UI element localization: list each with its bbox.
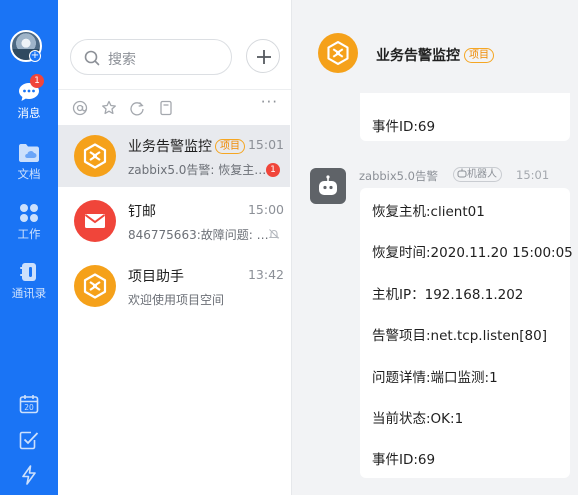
nav-label-docs: 文档 (17, 167, 41, 181)
project-tag: 项目 (464, 48, 494, 63)
unread-badge: 1 (266, 163, 280, 177)
lightning-icon (22, 465, 36, 485)
message-line: 事件ID:69 (372, 452, 436, 468)
conversation-title: 业务告警监控 (128, 139, 212, 155)
robot-avatar[interactable] (310, 168, 346, 204)
robot-tag: 机器人 (453, 167, 502, 182)
project-hex-icon[interactable] (318, 33, 358, 73)
previous-message-bubble: 事件ID:69 (360, 93, 570, 141)
left-nav-rail: + 1 消息 文档 工作 通讯录 20 (0, 0, 58, 495)
nav-label-contacts: 通讯录 (11, 286, 47, 300)
conversation-item[interactable]: 项目助手 13:42 欢迎使用项目空间 (58, 255, 290, 317)
conversation-title: 项目助手 (128, 269, 184, 285)
calendar-icon: 20 (19, 395, 39, 414)
filter-bar: ··· (72, 93, 282, 118)
recent-icon[interactable] (129, 100, 145, 116)
robot-small-icon (457, 168, 467, 178)
project-hex-icon (74, 265, 116, 307)
message-line: 主机IP：192.168.1.202 (372, 287, 524, 303)
conversation-time: 15:01 (247, 137, 284, 152)
nav-item-calendar[interactable]: 20 (0, 394, 58, 414)
list-divider (58, 89, 291, 90)
nav-item-todo[interactable] (0, 430, 58, 450)
star-icon[interactable] (101, 100, 117, 116)
more-options-icon[interactable]: ··· (261, 93, 278, 111)
nav-label-messages: 消息 (17, 106, 41, 120)
conversation-list-panel: 搜索 ··· 业务告警监控 项目 15:01 zabbix5.0告警: 恢复主机… (58, 0, 292, 495)
at-mention-icon[interactable] (72, 100, 88, 116)
nav-item-work[interactable]: 工作 (0, 203, 58, 242)
nav-item-docs[interactable]: 文档 (0, 143, 58, 182)
file-icon[interactable] (158, 100, 174, 116)
message-line: 当前状态:OK:1 (372, 411, 464, 427)
conversation-title: 钉邮 (128, 204, 156, 220)
robot-tag-label: 机器人 (467, 169, 497, 180)
project-tag: 项目 (215, 139, 245, 154)
message-line: 恢复时间:2020.11.20 15:00:05 (372, 245, 573, 261)
search-box[interactable]: 搜索 (70, 39, 232, 75)
plus-icon (257, 50, 271, 64)
message-line: 问题详情:端口监测:1 (372, 370, 498, 386)
nav-item-messages[interactable]: 1 消息 (0, 74, 58, 121)
chat-title: 业务告警监控 (376, 48, 460, 64)
conversation-time: 15:00 (247, 202, 284, 217)
nav-item-contacts[interactable]: 通讯录 (0, 262, 58, 301)
conversation-item[interactable]: 业务告警监控项目 15:01 zabbix5.0告警: 恢复主机:client0… (58, 125, 290, 187)
search-placeholder: 搜索 (108, 52, 136, 68)
conversation-preview: 846775663:故障问题: 恢复主机 (128, 228, 273, 242)
robot-icon (319, 175, 337, 195)
chat-panel: 业务告警监控 项目 事件ID:69 zabbix5.0告警 机器人 15:01 恢… (292, 0, 578, 495)
mail-icon (74, 200, 116, 242)
message-bubble: 恢复主机:client01 恢复时间:2020.11.20 15:00:05 主… (360, 188, 573, 478)
folder-cloud-icon (19, 144, 39, 162)
message-line: 告警项目:net.tcp.listen[80] (372, 328, 547, 344)
nav-item-ding[interactable] (0, 465, 58, 485)
conversation-preview: zabbix5.0告警: 恢复主机:client01 (128, 163, 268, 177)
mute-bell-icon (268, 229, 280, 239)
conversation-time: 13:42 (247, 267, 284, 282)
messages-unread-badge: 1 (30, 74, 44, 88)
sender-name: zabbix5.0告警 (359, 169, 438, 183)
conversation-item[interactable]: 钉邮 15:00 846775663:故障问题: 恢复主机 (58, 190, 290, 252)
nav-label-work: 工作 (17, 227, 41, 241)
apps-grid-icon (20, 204, 38, 222)
message-line: 事件ID:69 (372, 119, 436, 135)
project-hex-icon (74, 135, 116, 177)
create-button[interactable] (246, 39, 280, 73)
conversation-preview: 欢迎使用项目空间 (128, 293, 225, 307)
message-line: 恢复主机:client01 (372, 204, 485, 220)
checkbox-todo-icon (19, 431, 39, 450)
message-time: 15:01 (516, 168, 550, 182)
search-icon (84, 50, 100, 66)
contacts-book-icon (20, 263, 36, 281)
chat-header: 业务告警监控 项目 (292, 0, 578, 108)
svg-text:20: 20 (24, 403, 34, 412)
add-status-icon[interactable]: + (29, 50, 41, 62)
